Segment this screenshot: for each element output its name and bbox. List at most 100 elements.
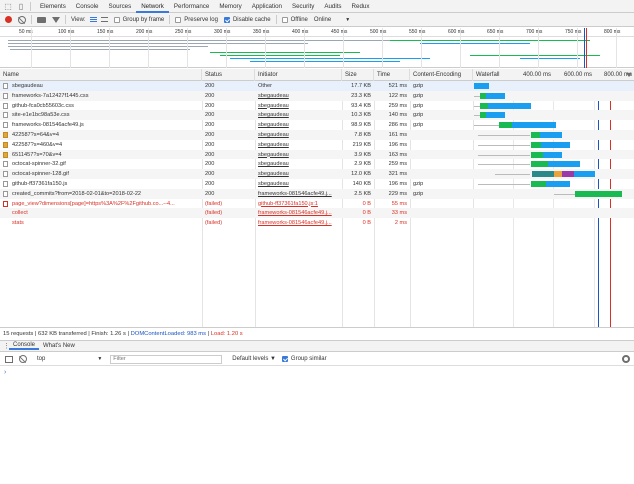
overview-tick-label: 150 ms (97, 29, 114, 35)
group-by-frame-toggle[interactable]: Group by frame (113, 16, 164, 23)
waterfall-timing-bar (531, 161, 548, 168)
table-row[interactable]: stats (failed) frameworks-081546acfe49.j..… (0, 218, 634, 228)
waterfall-queue-line (478, 135, 530, 136)
table-row[interactable]: github-fca0cb55603c.css 200 sbegaudeau 93.4… (0, 101, 634, 111)
column-header-name[interactable]: Name (0, 69, 202, 81)
filter-icon[interactable] (52, 16, 60, 23)
sidebar-toggle-icon[interactable] (5, 355, 13, 363)
request-initiator[interactable]: Other (255, 81, 342, 91)
request-name: 422587?s=460&v=4 (12, 141, 63, 148)
overview-request-bar (250, 61, 400, 62)
log-levels-select[interactable]: Default levels ▼ (232, 356, 276, 362)
tab-redux[interactable]: Redux (347, 0, 375, 13)
table-row[interactable]: page_view?dimensions[page]=https%3A%2F%2… (0, 199, 634, 209)
column-header-size[interactable]: Size (342, 69, 374, 81)
console-filter-input[interactable] (110, 354, 223, 364)
preserve-log-checkbox[interactable] (175, 16, 182, 23)
group-similar-checkbox[interactable] (281, 356, 288, 362)
table-row[interactable]: octocat-spinner-128.gif 200 sbegaudeau 12.0… (0, 169, 634, 179)
offline-toggle[interactable]: Offline (281, 16, 308, 23)
request-encoding (410, 140, 473, 150)
tab-application[interactable]: Application (247, 0, 287, 13)
dom-content-loaded-marker (584, 28, 585, 68)
tab-elements[interactable]: Elements (35, 0, 71, 13)
disable-cache-checkbox[interactable] (223, 16, 230, 23)
tab-sources[interactable]: Sources (104, 0, 137, 13)
waterfall-timing-bar (512, 122, 556, 129)
inspect-element-icon[interactable]: ⬚ (3, 1, 13, 11)
request-initiator[interactable]: sbegaudeau (255, 169, 342, 179)
request-initiator[interactable]: sbegaudeau (255, 179, 342, 189)
request-time: 140 ms (388, 112, 407, 119)
request-name: page_view?dimensions[page]=https%3A%2F%2… (12, 200, 175, 207)
console-prompt[interactable]: › (4, 369, 6, 376)
waterfall-queue-line (474, 125, 499, 127)
tab-performance[interactable]: Performance (169, 0, 214, 13)
overview-request-bar (220, 55, 340, 56)
request-initiator[interactable]: sbegaudeau (255, 120, 342, 130)
tab-memory[interactable]: Memory (214, 0, 246, 13)
clear-icon[interactable] (18, 15, 26, 24)
overview-request-bar (390, 40, 590, 41)
request-initiator[interactable]: sbegaudeau (255, 91, 342, 101)
column-header-time[interactable]: Time (374, 69, 410, 81)
request-initiator[interactable]: sbegaudeau (255, 101, 342, 111)
context-select[interactable]: top ▼ (37, 356, 102, 362)
table-row[interactable]: github-ff37361fa150.js 200 sbegaudeau 140 K… (0, 179, 634, 189)
request-initiator[interactable]: frameworks-081546acfe49.j... (255, 218, 342, 228)
tab-security[interactable]: Security (287, 0, 319, 13)
column-header-initiator[interactable]: Initiator (255, 69, 342, 81)
overview-icon[interactable] (100, 17, 108, 22)
column-header-content-encoding[interactable]: Content-Encoding (410, 69, 473, 81)
overview-request-bar (10, 49, 190, 50)
request-initiator[interactable]: frameworks-081546acfe49.j... (255, 189, 342, 199)
gear-icon[interactable] (622, 355, 630, 363)
table-row[interactable]: frameworks-081546acfe49.js 200 sbegaudeau 9… (0, 120, 634, 130)
group-by-frame-checkbox[interactable] (113, 16, 120, 23)
request-time: 161 ms (388, 132, 407, 138)
request-initiator[interactable]: frameworks-081546acfe49.j... (255, 208, 342, 218)
request-initiator[interactable]: sbegaudeau (255, 140, 342, 150)
table-row[interactable]: frameworks-7a12427f1445.css 200 sbegaudeau… (0, 90, 634, 101)
table-row[interactable]: sbegaudeau 200 Other 17.7 KB 521 ms gzip (0, 81, 634, 91)
overview-gridline (343, 28, 344, 68)
preserve-log-toggle[interactable]: Preserve log (175, 16, 218, 23)
group-similar-toggle[interactable]: Group similar (281, 356, 327, 362)
request-name: stats (12, 220, 24, 227)
table-row[interactable]: 6511457?s=70&v=4 200 sbegaudeau 3.9 KB 163 m… (0, 149, 634, 160)
large-rows-icon[interactable] (89, 17, 97, 22)
device-toolbar-icon[interactable]: ▯ (16, 1, 26, 11)
request-initiator[interactable]: sbegaudeau (255, 150, 342, 160)
tab-audits[interactable]: Audits (319, 0, 346, 13)
overview-gridline (421, 28, 422, 68)
overview-timeline[interactable]: 50 ms 100 ms 150 ms 200 ms 250 ms 300 ms 350 m… (0, 28, 634, 68)
table-row[interactable]: created_commits?from=2018-02-01&to=2018-… (0, 188, 634, 199)
request-initiator[interactable]: sbegaudeau (255, 159, 342, 169)
table-row[interactable]: collect (failed) frameworks-081546acfe49.j… (0, 208, 634, 219)
disable-cache-toggle[interactable]: Disable cache (223, 16, 271, 23)
image-file-icon (3, 151, 8, 158)
overview-gridline (226, 28, 227, 68)
column-header-status[interactable]: Status (202, 69, 255, 81)
table-row[interactable]: 422587?s=460&v=4 200 sbegaudeau 219 KB 196 m… (0, 140, 634, 150)
drawer-tab-bar: ⋮ Console What's New (0, 340, 634, 352)
tab-network[interactable]: Network (136, 0, 169, 13)
clear-console-icon[interactable] (19, 355, 27, 363)
request-initiator[interactable]: github-ff37361fa150.js:1 (255, 199, 342, 209)
request-initiator[interactable]: sbegaudeau (255, 110, 342, 120)
drawer-tab-console[interactable]: Console (9, 342, 40, 350)
screenshot-camera-icon[interactable] (37, 16, 46, 23)
divider (31, 15, 32, 24)
record-icon[interactable] (5, 16, 12, 23)
tab-console[interactable]: Console (71, 0, 104, 13)
request-time: 286 ms (388, 122, 407, 129)
overview-request-bar (420, 43, 530, 44)
drawer-tab-whats-new[interactable]: What's New (39, 343, 79, 349)
offline-checkbox[interactable] (281, 16, 288, 23)
table-row[interactable]: site-e1e1bc98a53e.css 200 sbegaudeau 10.3 K… (0, 110, 634, 121)
request-initiator[interactable]: sbegaudeau (255, 130, 342, 140)
table-row[interactable]: 422587?s=64&v=4 200 sbegaudeau 7.8 KB 161 ms (0, 130, 634, 140)
request-status: 200 (205, 112, 215, 119)
table-row[interactable]: octocat-spinner-32.gif 200 sbegaudeau 2.9 K… (0, 159, 634, 169)
throttle-select[interactable]: Online ▼ (314, 17, 350, 23)
